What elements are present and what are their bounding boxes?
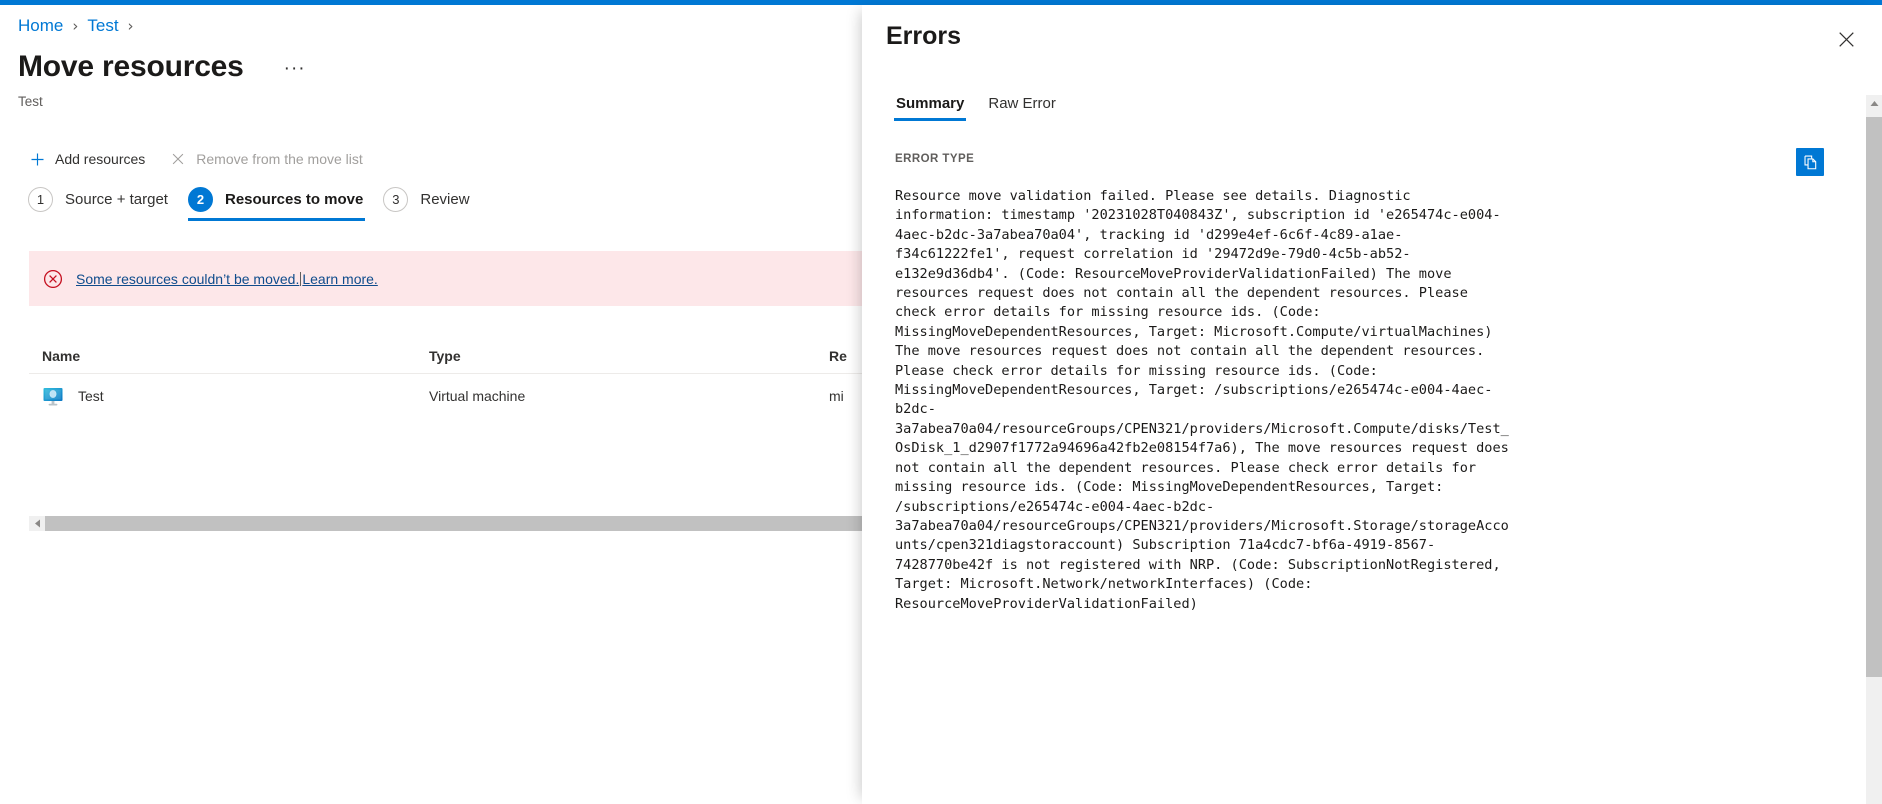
wizard-step-label: Review (420, 191, 470, 208)
wizard-step-number: 3 (383, 187, 409, 212)
virtual-machine-icon (42, 385, 64, 407)
column-header-type[interactable]: Type (429, 348, 829, 364)
wizard-step-review[interactable]: 3 Review (373, 187, 479, 224)
error-banner: Some resources couldn’t be moved. Learn m… (29, 251, 862, 306)
close-panel-button[interactable] (1830, 23, 1862, 55)
vertical-scrollbar-thumb[interactable] (1866, 117, 1882, 677)
tab-raw-error-label: Raw Error (988, 95, 1056, 112)
errors-panel-tabs: Summary Raw Error (887, 95, 1071, 121)
error-banner-text: Some resources couldn’t be moved. Learn m… (76, 271, 378, 287)
cell-type: Virtual machine (429, 388, 526, 404)
tab-raw-error[interactable]: Raw Error (979, 95, 1065, 121)
wizard-step-label: Source + target (65, 191, 168, 208)
error-banner-message[interactable]: Some resources couldn’t be moved. (76, 271, 299, 287)
wizard-step-resources-to-move[interactable]: 2 Resources to move (178, 187, 373, 224)
scroll-up-arrow-icon[interactable] (1866, 95, 1882, 112)
wizard-step-source-target[interactable]: 1 Source + target (18, 187, 178, 224)
error-circle-icon (43, 269, 63, 289)
wizard-step-number: 1 (28, 187, 53, 212)
error-type-label: ERROR TYPE (895, 153, 975, 165)
cell-resource: mi (829, 388, 844, 404)
page-subtitle: Test (18, 94, 43, 109)
resources-table: Name Type Re Test Virtual machine mi (29, 338, 862, 418)
errors-panel-vertical-scrollbar[interactable] (1866, 95, 1882, 804)
table-header-row: Name Type Re (29, 338, 862, 374)
plus-icon (28, 150, 46, 168)
add-resources-label: Add resources (55, 151, 146, 167)
column-header-resource[interactable]: Re (829, 348, 862, 364)
breadcrumb: Home › Test › (18, 15, 143, 37)
errors-panel-title: Errors (886, 22, 962, 50)
error-message-text: Resource move validation failed. Please … (895, 188, 1517, 612)
wizard-step-number: 2 (187, 187, 213, 212)
horizontal-scrollbar-thumb[interactable] (45, 516, 862, 531)
tab-summary-label: Summary (896, 95, 965, 112)
copy-to-clipboard-button[interactable] (1796, 148, 1824, 176)
tab-summary[interactable]: Summary (887, 95, 973, 121)
breadcrumb-item-test[interactable]: Test (87, 15, 118, 37)
breadcrumb-item-home[interactable]: Home (18, 15, 63, 37)
remove-from-move-list-button[interactable]: Remove from the move list (159, 144, 373, 174)
chevron-right-icon: › (127, 17, 134, 35)
azure-portal-root: Home › Test › Move resources ··· Test Ad… (0, 0, 1882, 804)
more-options-icon[interactable]: ··· (284, 59, 306, 78)
scroll-left-arrow-icon[interactable] (29, 516, 45, 531)
error-banner-learn-more-link[interactable]: Learn more. (302, 271, 377, 287)
cell-name: Test (29, 385, 429, 407)
errors-panel: Errors Summary Raw Error ERROR TYPE Reso… (862, 5, 1882, 804)
table-horizontal-scrollbar[interactable] (29, 516, 862, 531)
add-resources-button[interactable]: Add resources (18, 144, 155, 174)
page-title: Move resources (18, 50, 244, 83)
command-bar: Add resources Remove from the move list (18, 144, 373, 174)
chevron-right-icon: › (72, 17, 79, 35)
wizard-steps: 1 Source + target 2 Resources to move 3 … (18, 187, 480, 224)
cell-name-text: Test (78, 388, 104, 404)
column-header-name[interactable]: Name (29, 348, 429, 364)
move-resources-blade: Home › Test › Move resources ··· Test Ad… (0, 5, 862, 804)
wizard-step-label: Resources to move (224, 191, 364, 208)
remove-from-move-list-label: Remove from the move list (196, 151, 363, 167)
page-title-row: Move resources ··· (18, 48, 306, 86)
close-x-icon (169, 150, 187, 168)
table-row[interactable]: Test Virtual machine mi (29, 374, 862, 418)
